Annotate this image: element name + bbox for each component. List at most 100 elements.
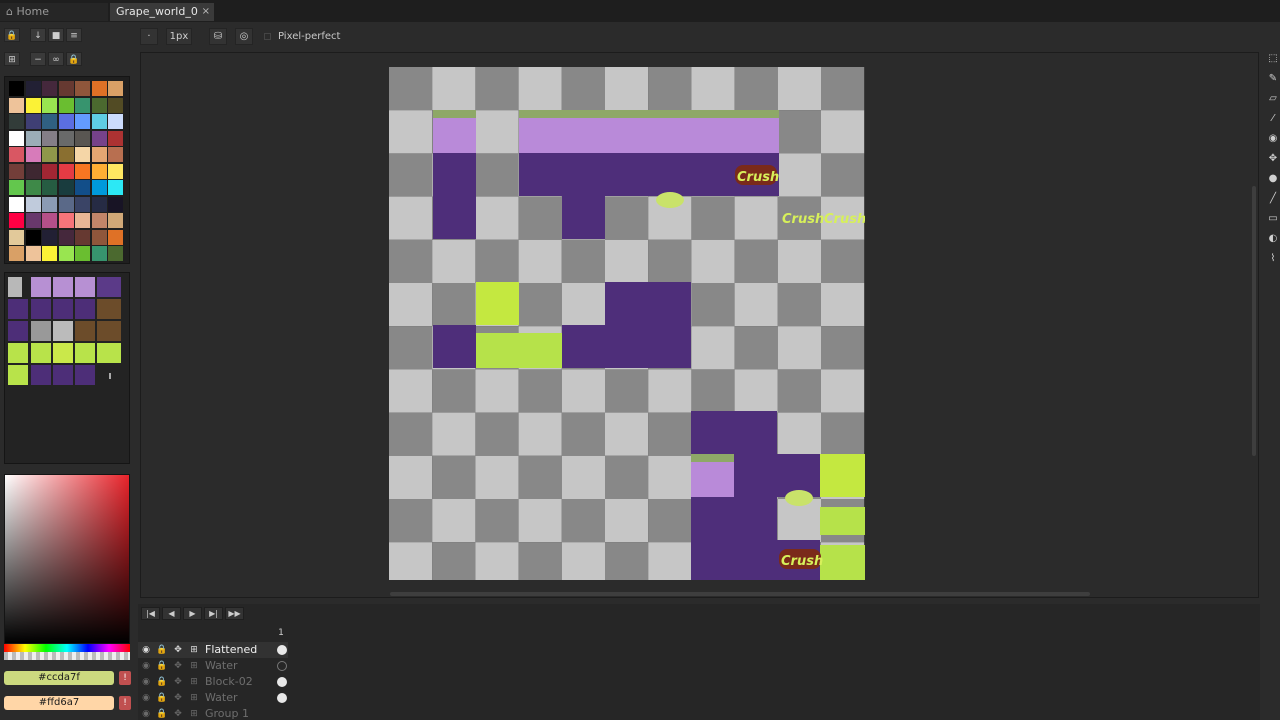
- palette-swatch[interactable]: [91, 97, 107, 113]
- last-frame-icon[interactable]: ▶▶: [225, 607, 244, 620]
- eye-icon[interactable]: ◉: [140, 690, 152, 706]
- link-icon[interactable]: ✥: [172, 690, 184, 706]
- layer-row-flattened[interactable]: ◉ 🔒 ✥ ⊞ Flattened: [138, 642, 288, 658]
- palette-swatch[interactable]: [108, 246, 123, 261]
- brush-size-field[interactable]: 1px: [166, 28, 192, 45]
- palette-swatch[interactable]: [42, 180, 57, 195]
- tileset-preview[interactable]: [5, 273, 131, 465]
- palette-swatch[interactable]: [42, 196, 57, 212]
- line-icon[interactable]: ╱: [1266, 192, 1280, 206]
- eyedropper-icon[interactable]: ⁄: [1266, 112, 1280, 126]
- layer-row-group-1[interactable]: ◉ 🔒 ✥ ⊞ Group 1: [138, 706, 288, 720]
- ink-icon[interactable]: ⛁: [209, 28, 227, 45]
- palette-swatch[interactable]: [25, 246, 41, 261]
- palette-swatch[interactable]: [58, 196, 74, 212]
- first-frame-icon[interactable]: |◀: [141, 607, 160, 620]
- link-icon[interactable]: ✥: [172, 642, 184, 658]
- move-icon[interactable]: ✥: [1266, 152, 1280, 166]
- palette-swatch[interactable]: [108, 114, 123, 129]
- palette-swatch[interactable]: [58, 97, 74, 113]
- palette-swatch[interactable]: [108, 130, 123, 146]
- next-frame-icon[interactable]: ▶|: [204, 607, 223, 620]
- fill-icon[interactable]: ●: [1266, 172, 1280, 186]
- palette-swatch[interactable]: [25, 97, 41, 113]
- lock-icon[interactable]: 🔒: [156, 642, 168, 658]
- vertical-scrollbar[interactable]: [1252, 186, 1256, 456]
- palette-swatch[interactable]: [58, 246, 74, 261]
- alpha-slider[interactable]: [4, 652, 130, 660]
- eye-icon[interactable]: ◉: [140, 658, 152, 674]
- lock-icon[interactable]: 🔒: [156, 674, 168, 690]
- palette-swatch[interactable]: [58, 114, 74, 129]
- pencil-icon[interactable]: ✎: [1266, 72, 1280, 86]
- palette-swatch[interactable]: [42, 213, 57, 228]
- palette-swatch[interactable]: [75, 114, 90, 129]
- palette-swatch[interactable]: [91, 229, 107, 245]
- palette-swatch[interactable]: [25, 229, 41, 245]
- palette-swatch[interactable]: [108, 213, 123, 228]
- palette-swatch[interactable]: [91, 213, 107, 228]
- tab-home[interactable]: ⌂ Home: [0, 3, 108, 21]
- palette-swatch[interactable]: [25, 180, 41, 195]
- palette-swatch[interactable]: [25, 130, 41, 146]
- palette-swatch[interactable]: [42, 246, 57, 261]
- palette-swatch[interactable]: [91, 114, 107, 129]
- palette-swatch[interactable]: [108, 196, 123, 212]
- palette-swatch[interactable]: [75, 97, 90, 113]
- save-icon[interactable]: ■: [48, 28, 64, 42]
- palette-swatch[interactable]: [42, 97, 57, 113]
- palette-swatch[interactable]: [9, 130, 24, 146]
- palette-swatch[interactable]: [42, 229, 57, 245]
- palette-swatch[interactable]: [108, 97, 123, 113]
- play-icon[interactable]: ▶: [183, 607, 202, 620]
- palette-swatch[interactable]: [75, 163, 90, 179]
- grid-icon[interactable]: ⊞: [4, 52, 20, 66]
- palette-swatch[interactable]: [9, 97, 24, 113]
- palette-swatch[interactable]: [108, 147, 123, 162]
- link-icon[interactable]: ✥: [172, 658, 184, 674]
- brush-shape-icon[interactable]: ·: [140, 28, 158, 45]
- contour-icon[interactable]: ⌇: [1266, 252, 1280, 266]
- link-icon[interactable]: ✥: [172, 706, 184, 720]
- palette-swatch[interactable]: [58, 147, 74, 162]
- cel-frame-1-water-2[interactable]: [277, 693, 287, 703]
- eye-icon[interactable]: ◉: [140, 674, 152, 690]
- palette-swatch[interactable]: [25, 81, 41, 96]
- palette-swatch[interactable]: [75, 81, 90, 96]
- download-icon[interactable]: ↓: [30, 28, 46, 42]
- rectangle-icon[interactable]: ▭: [1266, 212, 1280, 226]
- palette-swatch[interactable]: [9, 180, 24, 195]
- cel-frame-1-water[interactable]: [277, 661, 287, 671]
- layer-row-water[interactable]: ◉ 🔒 ✥ ⊞ Water: [138, 658, 288, 674]
- palette-swatch[interactable]: [25, 114, 41, 129]
- palette-swatch[interactable]: [25, 213, 41, 228]
- palette-swatch[interactable]: [58, 130, 74, 146]
- background-color-chip[interactable]: #ffd6a7: [4, 696, 114, 710]
- palette-swatch[interactable]: [9, 163, 24, 179]
- palette-swatch[interactable]: [75, 246, 90, 261]
- lock-icon[interactable]: 🔒: [156, 706, 168, 720]
- palette-swatch[interactable]: [25, 147, 41, 162]
- layer-row-water-2[interactable]: ◉ 🔒 ✥ ⊞ Water: [138, 690, 288, 706]
- palette-swatch[interactable]: [9, 81, 24, 96]
- swap-icon-2[interactable]: !: [119, 696, 131, 710]
- palette-swatch[interactable]: [9, 213, 24, 228]
- palette-swatch[interactable]: [91, 180, 107, 195]
- lock-icon[interactable]: 🔒: [156, 690, 168, 706]
- palette-swatch[interactable]: [108, 163, 123, 179]
- frame-number[interactable]: 1: [274, 628, 288, 640]
- link-icon[interactable]: ✥: [172, 674, 184, 690]
- horizontal-scrollbar[interactable]: [390, 592, 1090, 596]
- cel-frame-1-block[interactable]: [277, 677, 287, 687]
- lock-icon[interactable]: 🔒: [4, 28, 20, 42]
- palette-swatch[interactable]: [42, 81, 57, 96]
- sprite-canvas[interactable]: Crush Crush Crush Crush: [389, 67, 865, 580]
- eye-icon[interactable]: ◉: [140, 706, 152, 720]
- palette-swatch[interactable]: [25, 196, 41, 212]
- zoom-icon[interactable]: ◉: [1266, 132, 1280, 146]
- palette-swatch[interactable]: [9, 114, 24, 129]
- palette-swatch[interactable]: [58, 180, 74, 195]
- palette-swatch[interactable]: [75, 130, 90, 146]
- palette-swatch[interactable]: [108, 81, 123, 96]
- palette-swatch[interactable]: [9, 147, 24, 162]
